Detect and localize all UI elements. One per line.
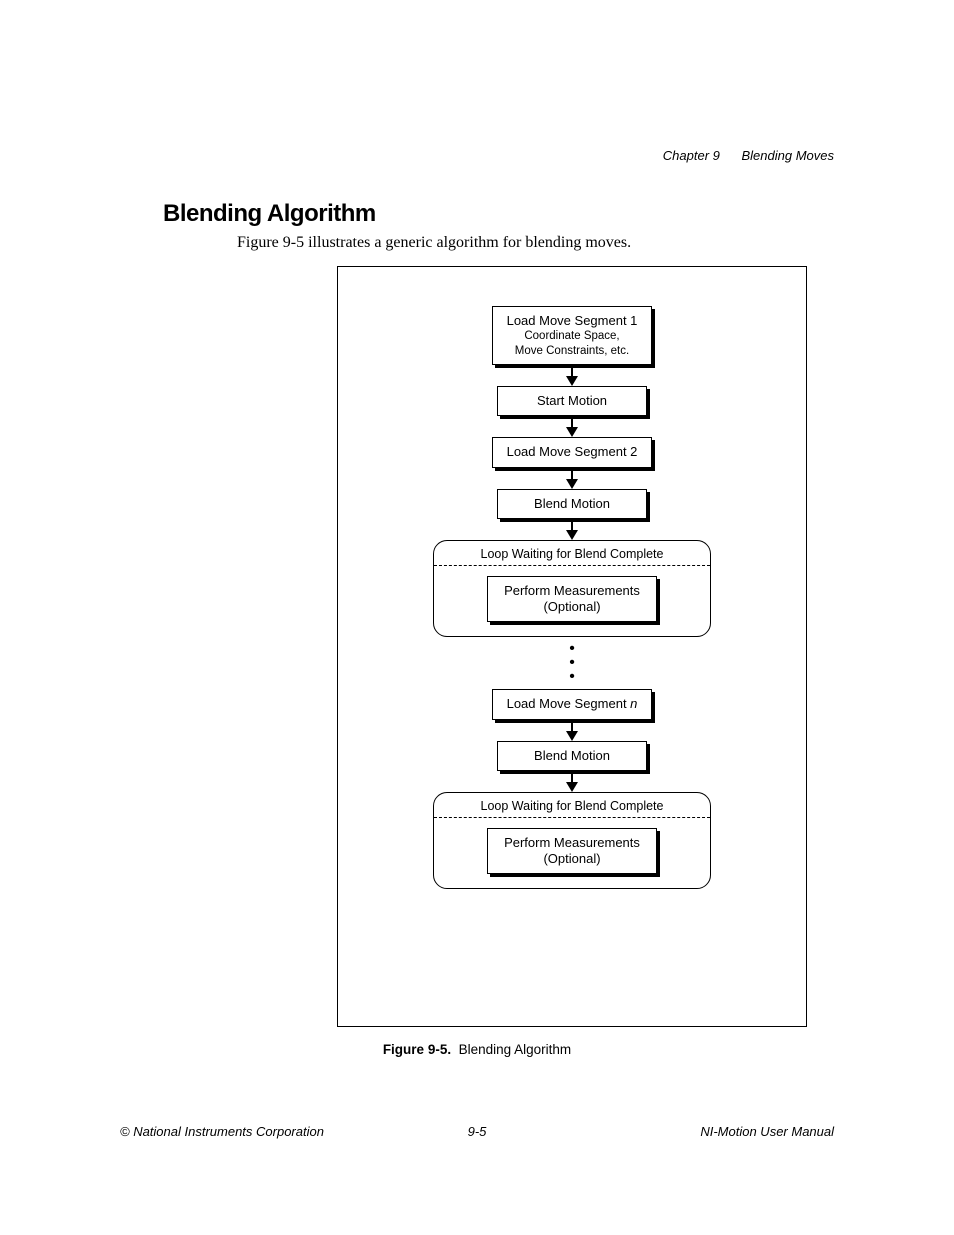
flow-box-subtext: Move Constraints, etc. (507, 344, 638, 358)
flow-loop-blend-complete-1: Loop Waiting for Blend Complete Perform … (433, 540, 711, 638)
flow-box-start-motion: Start Motion (497, 386, 647, 416)
footer-manual-title: NI-Motion User Manual (700, 1124, 834, 1139)
flow-box-load-segment-2: Load Move Segment 2 (492, 437, 653, 467)
flow-box-text: Blend Motion (512, 496, 632, 512)
arrow-down-icon (566, 468, 578, 489)
page: Chapter 9 Blending Moves Blending Algori… (0, 0, 954, 1235)
flow-box-text: Perform Measurements (502, 583, 642, 599)
flow-box-blend-motion-2: Blend Motion (497, 741, 647, 771)
vertical-ellipsis-icon: ••• (569, 643, 575, 685)
flow-box-subtext: Coordinate Space, (507, 329, 638, 343)
running-header: Chapter 9 Blending Moves (663, 148, 834, 163)
flow-box-perform-measurements-2: Perform Measurements (Optional) (487, 828, 657, 875)
flow-box-text: Load Move Segment 1 (507, 313, 638, 329)
flow-box-text: (Optional) (502, 599, 642, 615)
flow-loop-blend-complete-2: Loop Waiting for Blend Complete Perform … (433, 792, 711, 890)
flow-box-text: Load Move Segment (507, 696, 631, 711)
arrow-down-icon (566, 416, 578, 437)
arrow-down-icon (566, 771, 578, 792)
flow-box-text: Load Move Segment 2 (507, 444, 638, 460)
section-heading: Blending Algorithm (163, 200, 376, 228)
loop-divider (434, 565, 710, 566)
flow-box-text: Perform Measurements (502, 835, 642, 851)
flow-box-var: n (630, 696, 637, 711)
figure-title: Blending Algorithm (459, 1042, 572, 1057)
arrow-down-icon (566, 519, 578, 540)
loop-divider (434, 817, 710, 818)
arrow-down-icon (566, 365, 578, 386)
loop-title: Loop Waiting for Blend Complete (481, 547, 664, 565)
flow-box-blend-motion-1: Blend Motion (497, 489, 647, 519)
flow-box-text: Blend Motion (512, 748, 632, 764)
flow-box-text: (Optional) (502, 851, 642, 867)
flow-box-perform-measurements-1: Perform Measurements (Optional) (487, 576, 657, 623)
chapter-number: Chapter 9 (663, 148, 720, 163)
arrow-down-icon (566, 720, 578, 741)
flow-box-load-segment-1: Load Move Segment 1 Coordinate Space, Mo… (492, 306, 653, 365)
figure-label: Figure 9-5. (383, 1042, 451, 1057)
figure-caption: Figure 9-5. Blending Algorithm (0, 1042, 954, 1057)
loop-title: Loop Waiting for Blend Complete (481, 799, 664, 817)
flow-box-load-segment-n: Load Move Segment n (492, 689, 653, 719)
flow-box-text: Start Motion (512, 393, 632, 409)
intro-paragraph: Figure 9-5 illustrates a generic algorit… (237, 234, 631, 252)
chapter-title: Blending Moves (742, 148, 835, 163)
